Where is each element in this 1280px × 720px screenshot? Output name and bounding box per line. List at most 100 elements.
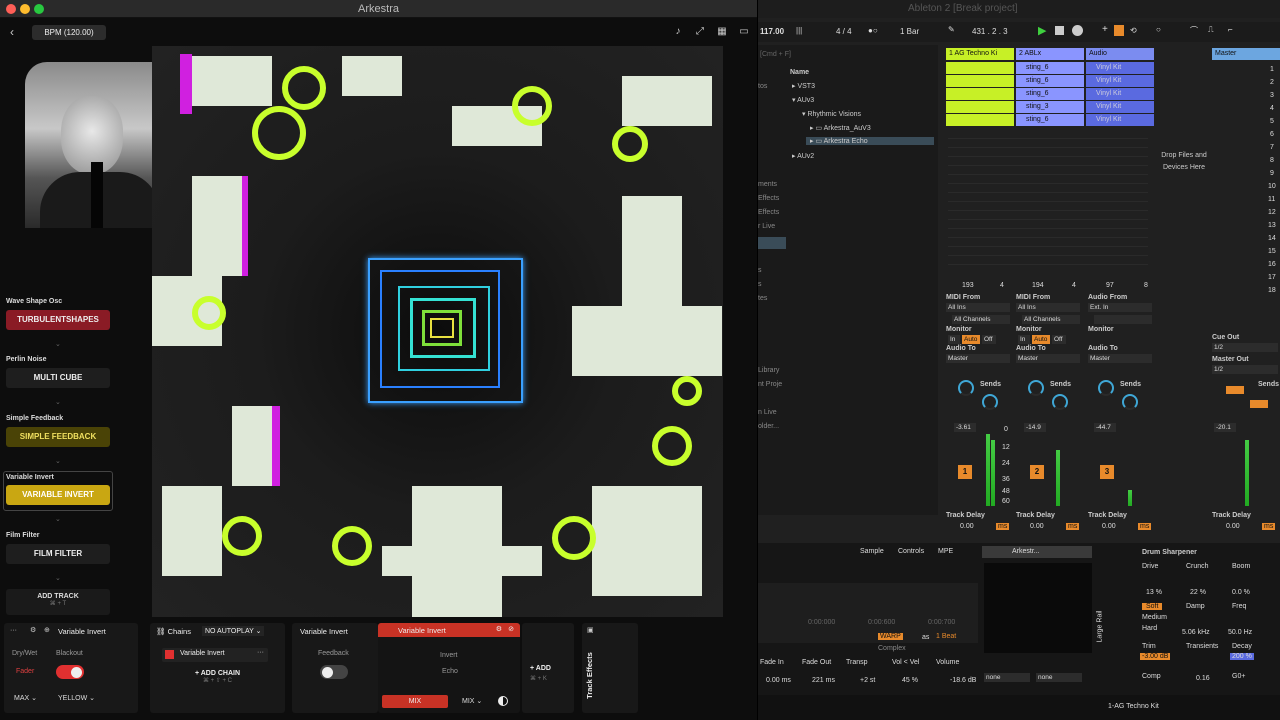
position-value[interactable]: 431 . 2 . 3 (972, 27, 1008, 36)
browser-item[interactable]: ▸ VST3 (792, 82, 815, 90)
max-select[interactable]: MAX ⌄ (14, 694, 37, 702)
fade-in-value[interactable]: 0.00 ms (766, 677, 791, 684)
beat-value[interactable]: 1 Beat (936, 633, 956, 640)
track-number-2[interactable]: 2 (1030, 465, 1044, 479)
channel-select[interactable] (1094, 315, 1152, 324)
clip-slot[interactable]: Vinyl Kit (1086, 114, 1154, 126)
track-header-3[interactable]: Audio (1086, 48, 1154, 60)
monitor-in[interactable]: In (948, 335, 960, 344)
scene-number[interactable]: 8 (1270, 157, 1274, 164)
send-b-knob[interactable] (1122, 394, 1138, 410)
medium-button[interactable]: Medium (1142, 614, 1167, 621)
play-icon[interactable]: ▶ (1038, 24, 1046, 37)
record-session-icon[interactable]: ○ (1156, 25, 1161, 34)
track-button-turbulentshapes[interactable]: TURBULENTSHAPES (6, 310, 110, 330)
post-button[interactable] (1250, 400, 1268, 408)
settings-icon[interactable]: ⚙ (30, 626, 36, 634)
sidebar-item[interactable]: s (758, 281, 762, 288)
transients-value[interactable]: 0.16 (1196, 675, 1210, 682)
fade-out-value[interactable]: 221 ms (812, 677, 835, 684)
warp-button[interactable]: WARP (878, 633, 903, 640)
ms-toggle[interactable]: ms (1262, 523, 1276, 530)
scene-number[interactable]: 3 (1270, 92, 1274, 99)
monitor-auto[interactable]: Auto (1032, 335, 1050, 344)
feedback-toggle[interactable] (320, 665, 348, 679)
expand-icon[interactable]: ⤢ (694, 26, 706, 38)
browser-item[interactable]: ▾ AUv3 (792, 96, 814, 104)
output-select[interactable]: Master (946, 354, 1010, 363)
volume-value[interactable]: -18.6 dB (950, 677, 976, 684)
volume-value[interactable]: -20.1 (1214, 423, 1236, 432)
freq-value[interactable]: 50.0 Hz (1228, 629, 1252, 636)
drop-zone[interactable]: Drop Files and Devices Here (1158, 150, 1210, 174)
scene-number[interactable]: 10 (1268, 183, 1276, 190)
more-icon[interactable]: ··· (257, 649, 264, 656)
scene-number[interactable]: 5 (1270, 118, 1274, 125)
scene-number[interactable]: 2 (1270, 79, 1274, 86)
sidebar-item[interactable]: n Live (758, 409, 777, 416)
clip-slot[interactable]: sting_6 (1016, 62, 1084, 74)
scene-number[interactable]: 13 (1268, 222, 1276, 229)
lock-icon[interactable]: ⊕ (44, 626, 50, 634)
boom-value[interactable]: 0.0 % (1232, 589, 1250, 596)
keyboard-icon[interactable]: ⎍ (1208, 25, 1214, 35)
sidebar-item[interactable]: s (758, 267, 762, 274)
monitor-off[interactable]: Off (1052, 335, 1066, 344)
follow-icon[interactable]: ✎ (948, 25, 955, 34)
input-select[interactable]: Ext. In (1088, 303, 1152, 312)
scene-number[interactable]: 16 (1268, 261, 1276, 268)
sidebar-item[interactable]: tes (758, 295, 767, 302)
hard-button[interactable]: Hard (1142, 625, 1157, 632)
browser-search[interactable]: [Cmd + F] (760, 51, 791, 58)
track-button-simple-feedback[interactable]: SIMPLE FEEDBACK (6, 427, 110, 447)
scene-number[interactable]: 1 (1270, 66, 1274, 73)
track-button-film-filter[interactable]: FILM FILTER (6, 544, 110, 564)
scene-number[interactable]: 17 (1268, 274, 1276, 281)
output-select[interactable]: Master (1016, 354, 1080, 363)
tempo-value[interactable]: 117.00 (760, 27, 784, 36)
grid-icon[interactable]: ▦ (716, 26, 728, 38)
drive-value[interactable]: 13 % (1146, 589, 1162, 596)
empty-clip-slots[interactable] (948, 130, 1148, 270)
ms-toggle[interactable]: ms (1066, 523, 1080, 530)
clip-slot[interactable]: Vinyl Kit (1086, 88, 1154, 100)
send-a-knob[interactable] (1028, 380, 1044, 396)
loop-icon[interactable]: ⟲ (1130, 26, 1137, 35)
track-delay-value[interactable]: 0.00 (1102, 523, 1116, 530)
record-icon[interactable] (1072, 25, 1083, 36)
mix-button[interactable]: MIX (382, 695, 448, 708)
mix-select[interactable]: MIX ⌄ (462, 697, 482, 705)
scene-number[interactable]: 9 (1270, 170, 1274, 177)
tab-sample[interactable]: Sample (860, 548, 884, 555)
send-b-knob[interactable] (1052, 394, 1068, 410)
master-out-select[interactable]: 1/2 (1212, 365, 1278, 374)
ms-toggle[interactable]: ms (996, 523, 1010, 530)
lock-icon[interactable]: ⊘ (508, 625, 514, 633)
contrast-icon[interactable] (498, 696, 508, 706)
signature-value[interactable]: 4 / 4 (836, 27, 852, 36)
bpm-button[interactable]: BPM (120.00) (32, 25, 106, 40)
sidebar-item[interactable]: r Live (758, 223, 775, 230)
decay-value[interactable]: 200 % (1230, 653, 1254, 660)
sidebar-item-selected[interactable] (758, 237, 786, 249)
scene-number[interactable]: 18 (1268, 287, 1276, 294)
settings-icon[interactable]: ⚙ (496, 625, 502, 633)
automation-arm-icon[interactable] (1114, 25, 1124, 36)
add-track-button[interactable]: ADD TRACK ⌘ + T (6, 589, 110, 615)
send-b-knob[interactable] (982, 394, 998, 410)
browser-item[interactable]: ▸ ▭ Arkestra_AuV3 (810, 124, 871, 132)
plugin-icon[interactable]: ▣ (587, 626, 594, 634)
play-icon[interactable] (165, 650, 174, 659)
none-select[interactable]: none (984, 673, 1030, 682)
tab-controls[interactable]: Controls (898, 548, 924, 555)
clip-slot[interactable] (946, 101, 1014, 113)
clip-slot[interactable]: Vinyl Kit (1086, 101, 1154, 113)
track-header-2[interactable]: 2 ABLx (1016, 48, 1084, 60)
scene-number[interactable]: 12 (1268, 209, 1276, 216)
volume-value[interactable]: -3.61 (954, 423, 976, 432)
browser-item[interactable]: ▾ Rhythmic Visions (802, 110, 861, 118)
scene-number[interactable]: 11 (1268, 196, 1275, 203)
clip-slot[interactable] (946, 114, 1014, 126)
scene-number[interactable]: 6 (1270, 131, 1274, 138)
clip-slot[interactable]: Vinyl Kit (1086, 62, 1154, 74)
